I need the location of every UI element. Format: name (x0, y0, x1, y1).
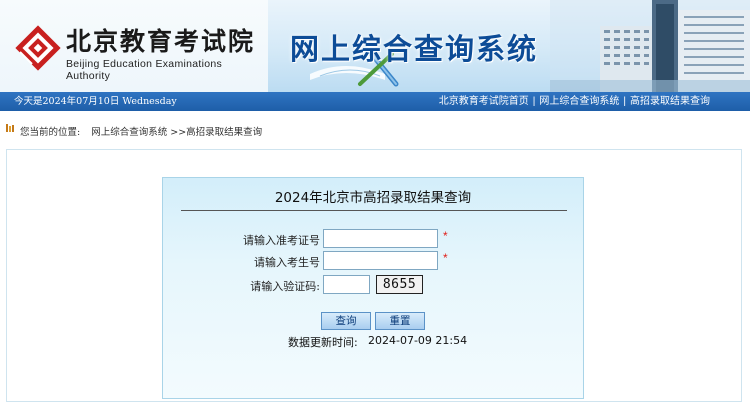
captcha-label: 请输入验证码: (250, 280, 320, 293)
reset-button[interactable]: 重置 (375, 312, 425, 330)
nav-link-query-system[interactable]: 网上综合查询系统 (539, 96, 619, 107)
nav-links: 北京教育考试院首页 | 网上综合查询系统 | 高招录取结果查询 (439, 92, 710, 111)
captcha-input[interactable] (323, 275, 370, 294)
nav-separator: | (623, 96, 626, 107)
exam-id-label: 请输入准考证号 (243, 234, 320, 247)
org-logo-icon (15, 25, 61, 71)
breadcrumb: 您当前的位置: 网上综合查询系统 >>高招录取结果查询 (0, 111, 750, 149)
student-no-row: 请输入考生号 * (163, 251, 583, 271)
org-name-en: Beijing Education Examinations Authority (66, 58, 223, 82)
nav-link-admission-result[interactable]: 高招录取结果查询 (630, 96, 710, 107)
update-time-value: 2024-07-09 21:54 (368, 334, 468, 347)
update-time-label: 数据更新时间: (288, 336, 358, 349)
query-button[interactable]: 查询 (321, 312, 371, 330)
form-title: 2024年北京市高招录取结果查询 (274, 190, 472, 206)
captcha-row: 请输入验证码: 8655 (163, 275, 583, 295)
breadcrumb-text: 您当前的位置: 网上综合查询系统 >>高招录取结果查询 (20, 124, 262, 138)
nav-link-home[interactable]: 北京教育考试院首页 (439, 96, 529, 107)
exam-id-input[interactable] (323, 229, 438, 248)
breadcrumb-path[interactable]: 网上综合查询系统 >>高招录取结果查询 (91, 127, 262, 138)
header-banner: 北京教育考试院 Beijing Education Examinations A… (0, 0, 750, 92)
button-row: 查询 重置 (163, 312, 583, 332)
required-mark: * (443, 251, 448, 265)
captcha-image[interactable]: 8655 (376, 275, 423, 294)
exam-id-row: 请输入准考证号 * (163, 229, 583, 249)
top-nav-bar: 今天是2024年07月10日 Wednesday 北京教育考试院首页 | 网上综合查… (0, 92, 750, 111)
required-mark: * (443, 229, 448, 243)
logo-block: 北京教育考试院 Beijing Education Examinations A… (0, 0, 268, 92)
org-name: 北京教育考试院 (66, 27, 256, 56)
query-panel: 2024年北京市高招录取结果查询 请输入准考证号 * 请输入考生号 * 请输入验… (162, 177, 584, 399)
title-divider (181, 210, 567, 211)
location-icon (6, 124, 14, 132)
system-title: 网上综合查询系统 (290, 32, 539, 66)
date-text: 今天是2024年07月10日 Wednesday (14, 96, 177, 107)
breadcrumb-prefix: 您当前的位置: (20, 127, 81, 138)
student-no-input[interactable] (323, 251, 438, 270)
student-no-label: 请输入考生号 (254, 256, 320, 269)
building-graphic-icon (550, 0, 750, 92)
nav-separator: | (532, 96, 536, 107)
